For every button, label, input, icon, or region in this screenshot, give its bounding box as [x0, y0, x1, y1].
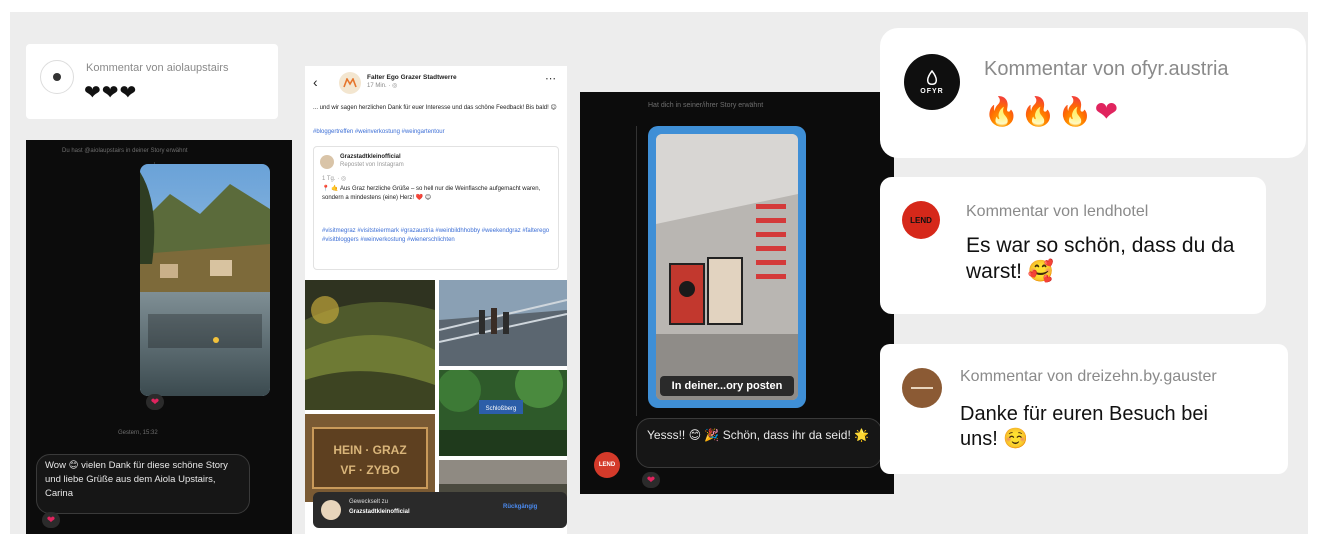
comment-header: Kommentar von lendhotel	[966, 203, 1149, 220]
shared-time: 1 Tg. · ◎	[322, 176, 347, 182]
shared-text: 📍 🤙 Aus Graz herzliche Grüße – so hell n…	[322, 186, 541, 201]
lend-logo-text: LEND	[910, 215, 932, 225]
vineyard-photo	[305, 280, 435, 410]
bridge-photo	[439, 280, 567, 366]
svg-text:HEIN · GRAZ: HEIN · GRAZ	[333, 443, 406, 457]
sender-avatar-label: LEND	[598, 462, 616, 468]
comment-body: ❤❤❤	[84, 80, 138, 104]
post-text: ... und wir sagen herzlichen Dank für eu…	[313, 105, 557, 111]
shared-tags[interactable]: #visitmegraz #visitsteiermark #grazaustr…	[322, 227, 554, 244]
story-mention-header: Du hast @aiolaupstairs in deiner Story e…	[62, 148, 188, 154]
page-avatar[interactable]	[339, 72, 361, 94]
comment-card-aiolaupstairs: Kommentar von aiolaupstairs ❤❤❤	[26, 44, 278, 119]
facebook-post: ‹ Falter Ego Grazer Stadtwerre 17 Min. ·…	[305, 66, 567, 534]
switch-label: Geweckselt zu	[349, 499, 389, 505]
message-bubble: Wow 😊 vielen Dank für diese schöne Story…	[36, 454, 250, 514]
logo-icon	[343, 78, 357, 88]
photo-sign[interactable]: HEIN · GRAZ VF · ZYBO	[305, 414, 435, 502]
shared-avatar	[320, 155, 334, 169]
sender-avatar[interactable]: LEND	[594, 452, 620, 478]
message-reaction-heart[interactable]: ❤	[42, 512, 60, 528]
comment-body: Es war so schön, dass du da warst! 🥰	[966, 234, 1235, 284]
svg-text:VF · ZYBO: VF · ZYBO	[340, 463, 399, 477]
message-text: Wow 😊 vielen Dank für diese schöne Story…	[45, 460, 228, 499]
fire-emoji-icon: 🔥	[1020, 95, 1058, 128]
story-mention-header: Hat dich in seiner/ihrer Story erwähnt	[648, 102, 764, 109]
photo-vineyard[interactable]	[305, 280, 435, 410]
svg-text:Schloßberg: Schloßberg	[486, 406, 517, 412]
sign-photo: HEIN · GRAZ VF · ZYBO	[305, 414, 435, 502]
comment-card-lendhotel: LEND Kommentar von lendhotel Es war so s…	[880, 177, 1266, 314]
switch-account-name: Grazstadtkleinofficial	[349, 509, 410, 515]
timestamp: Gestern, 15:32	[118, 430, 158, 436]
dreizehn-logo[interactable]	[902, 368, 942, 408]
gallery-photo	[656, 134, 798, 400]
share-to-story-label: In deiner...ory posten	[671, 380, 783, 392]
message-text: Yesss!! 😊 🎉 Schön, dass ihr da seid! 🌟	[647, 428, 870, 442]
comment-card-ofyr: OFYR Kommentar von ofyr.austria 🔥🔥🔥❤	[880, 28, 1306, 158]
shared-post[interactable]: Grazstadtkleinofficial Repostet von Inst…	[313, 146, 559, 270]
forest-photo: Schloßberg	[439, 370, 567, 456]
flame-logo-icon	[926, 69, 938, 85]
avatar[interactable]	[40, 60, 74, 94]
river-photo	[140, 164, 270, 396]
account-avatar	[321, 500, 341, 520]
message-bubble: Yesss!! 😊 🎉 Schön, dass ihr da seid! 🌟	[636, 418, 882, 468]
dm-panel-story: Hat dich in seiner/ihrer Story erwähnt I…	[580, 92, 894, 494]
post-hashtags[interactable]: #bloggertreffen #weinverkostung #weingar…	[313, 128, 559, 137]
back-arrow-icon[interactable]: ‹	[313, 74, 318, 90]
message-reaction-heart[interactable]: ❤	[642, 472, 660, 488]
shared-meta: Repostet von Instagram	[340, 162, 404, 168]
fire-emoji-icon: 🔥	[1057, 95, 1095, 128]
undo-button[interactable]: Rückgängig	[503, 503, 537, 512]
comment-header: Kommentar von aiolaupstairs	[86, 62, 229, 74]
comment-body: 🔥🔥🔥❤	[984, 94, 1120, 129]
story-reaction-heart[interactable]: ❤	[146, 394, 164, 410]
quote-line	[636, 126, 637, 416]
ofyr-logo-text: OFYR	[920, 87, 944, 95]
comment-header: Kommentar von dreizehn.by.gauster	[960, 368, 1217, 385]
page-name[interactable]: Falter Ego Grazer Stadtwerre	[367, 73, 457, 82]
comment-body: Danke für euren Besuch bei uns! ☺️	[960, 403, 1208, 450]
fire-emoji-icon: 🔥	[984, 95, 1021, 128]
lend-logo[interactable]: LEND	[902, 201, 940, 239]
comment-header: Kommentar von ofyr.austria	[984, 58, 1229, 80]
ofyr-logo[interactable]: OFYR	[904, 54, 960, 110]
heart-emoji-icon: ❤	[1094, 95, 1121, 128]
share-to-story-button[interactable]: In deiner...ory posten	[660, 376, 794, 396]
story-preview-image[interactable]	[140, 164, 270, 396]
story-preview[interactable]: In deiner...ory posten	[648, 126, 806, 408]
photo-bridge[interactable]	[439, 280, 567, 366]
post-time: 17 Min. · ◎	[367, 83, 398, 89]
dm-panel-aiola: Du hast @aiolaupstairs in deiner Story e…	[26, 140, 292, 534]
more-options-icon[interactable]: ⋯	[545, 72, 556, 85]
switch-account-bar[interactable]: Geweckselt zu Grazstadtkleinofficial Rüc…	[313, 492, 567, 528]
comment-card-dreizehn: Kommentar von dreizehn.by.gauster Danke …	[880, 344, 1288, 474]
photo-forest[interactable]: Schloßberg	[439, 370, 567, 456]
story-preview-image	[656, 134, 798, 400]
